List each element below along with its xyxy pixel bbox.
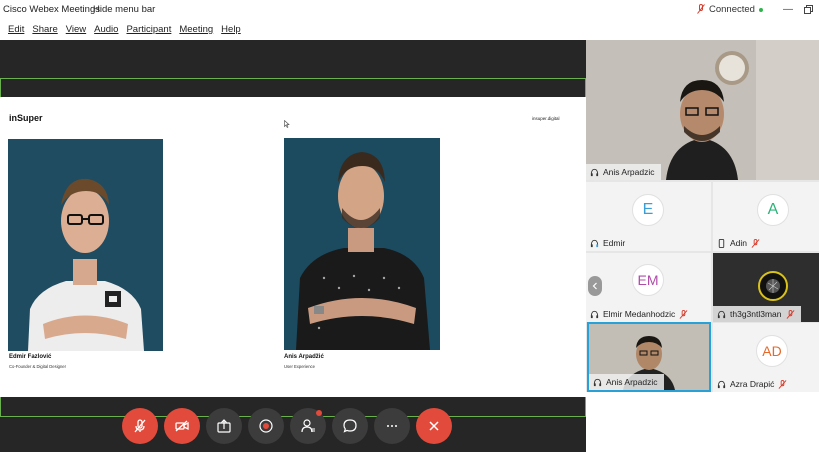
app-title: Cisco Webex Meetings — [3, 4, 100, 15]
connection-indicator[interactable]: Connected — [697, 3, 763, 16]
avatar: EM — [632, 264, 664, 296]
collapse-panel-handle[interactable] — [588, 276, 602, 296]
participants-icon — [301, 419, 315, 433]
leave-button[interactable] — [416, 408, 452, 444]
participant-name: Anis Arpadzic — [606, 377, 658, 387]
team-photo — [284, 138, 440, 350]
microphone-muted-icon — [786, 309, 794, 319]
menu-view[interactable]: View — [62, 21, 90, 39]
headset-icon — [590, 168, 599, 176]
microphone-muted-icon — [751, 238, 760, 248]
headset-icon — [717, 380, 726, 388]
more-icon — [387, 425, 397, 427]
microphone-muted-icon — [679, 309, 688, 319]
slide-brand: inSuper — [9, 113, 43, 123]
participants-button[interactable] — [290, 408, 326, 444]
audio-status-icon — [697, 3, 705, 16]
participant-name: Azra Drapić — [730, 379, 775, 389]
restore-icon[interactable] — [801, 2, 815, 16]
record-button[interactable] — [248, 408, 284, 444]
participant-tile[interactable]: AD Azra Drapić — [713, 323, 819, 392]
slide-website: insuper.digital — [532, 116, 560, 121]
person-name: Anis Arpadžić — [284, 354, 324, 360]
title-bar: Cisco Webex Meetings Hide menu bar Conne… — [0, 0, 819, 20]
chat-button[interactable] — [332, 408, 368, 444]
participant-name: Anis Arpadzic — [603, 167, 655, 177]
menu-bar: Edit Share View Audio Participant Meetin… — [0, 21, 819, 39]
participant-tile[interactable]: EM Elmir Medanhodzic — [586, 253, 711, 322]
microphone-muted-icon — [778, 379, 787, 389]
participant-name: Edmir — [603, 238, 626, 248]
video-off-icon — [175, 420, 189, 432]
mute-button[interactable] — [122, 408, 158, 444]
participant-label: Adin — [713, 235, 760, 251]
participant-label: Azra Drapić — [713, 376, 787, 392]
participant-label: Anis Arpadzic — [586, 164, 661, 180]
panel-empty-area — [586, 392, 819, 452]
participant-name: th3g3ntl3man — [730, 309, 782, 319]
shared-slide: inSuper insuper.digital Edmir Fazlović C… — [0, 97, 586, 397]
minimize-icon[interactable]: — — [781, 2, 795, 16]
mouse-cursor-icon — [284, 119, 290, 130]
menu-edit[interactable]: Edit — [4, 21, 28, 39]
participant-label: Anis Arpadzic — [589, 374, 664, 390]
menu-audio[interactable]: Audio — [90, 21, 122, 39]
connection-status: Connected — [709, 4, 755, 15]
video-button[interactable] — [164, 408, 200, 444]
share-button[interactable] — [206, 408, 242, 444]
participant-label: Elmir Medanhodzic — [586, 306, 688, 322]
network-avatar-icon — [766, 279, 780, 293]
record-icon — [259, 419, 273, 433]
chevron-left-icon — [592, 282, 597, 290]
avatar: A — [757, 194, 789, 226]
microphone-muted-icon — [134, 419, 146, 433]
headset-icon — [590, 310, 599, 318]
person-name: Edmir Fazlović — [9, 354, 52, 360]
participant-video-tile[interactable]: Anis Arpadzic — [587, 322, 711, 392]
headset-icon — [717, 310, 726, 318]
participant-label: Edmir — [586, 235, 625, 251]
participant-label: th3g3ntl3man — [713, 306, 801, 322]
participant-video-tile[interactable]: Anis Arpadzic — [586, 40, 819, 180]
participant-panel: Anis Arpadzic E Edmir A Adin EM Elmir Me… — [586, 40, 819, 452]
notification-dot — [316, 410, 322, 416]
participant-tile[interactable]: A Adin — [713, 182, 819, 251]
person-role: Co-Founder & Digital Designer — [9, 364, 67, 369]
chat-icon — [343, 419, 357, 433]
participant-tile[interactable]: th3g3ntl3man — [713, 253, 819, 322]
avatar: E — [632, 194, 664, 226]
menu-share[interactable]: Share — [28, 21, 61, 39]
menu-meeting[interactable]: Meeting — [175, 21, 217, 39]
team-photo — [8, 139, 163, 351]
more-button[interactable] — [374, 408, 410, 444]
meeting-controls — [122, 408, 452, 444]
avatar: AD — [756, 335, 788, 367]
headset-icon — [593, 378, 602, 386]
phone-icon — [718, 238, 725, 248]
hide-menu-bar-button[interactable]: Hide menu bar — [93, 4, 155, 15]
avatar — [758, 271, 788, 301]
menu-help[interactable]: Help — [217, 21, 245, 39]
menu-participant[interactable]: Participant — [122, 21, 175, 39]
person-role: User Experience — [284, 364, 315, 369]
connection-dot — [758, 7, 763, 12]
close-icon — [429, 421, 439, 431]
participant-name: Elmir Medanhodzic — [603, 309, 676, 319]
share-icon — [217, 419, 231, 433]
participant-tile[interactable]: E Edmir — [586, 182, 711, 251]
participant-name: Adin — [730, 238, 748, 248]
headset-icon — [590, 239, 599, 247]
